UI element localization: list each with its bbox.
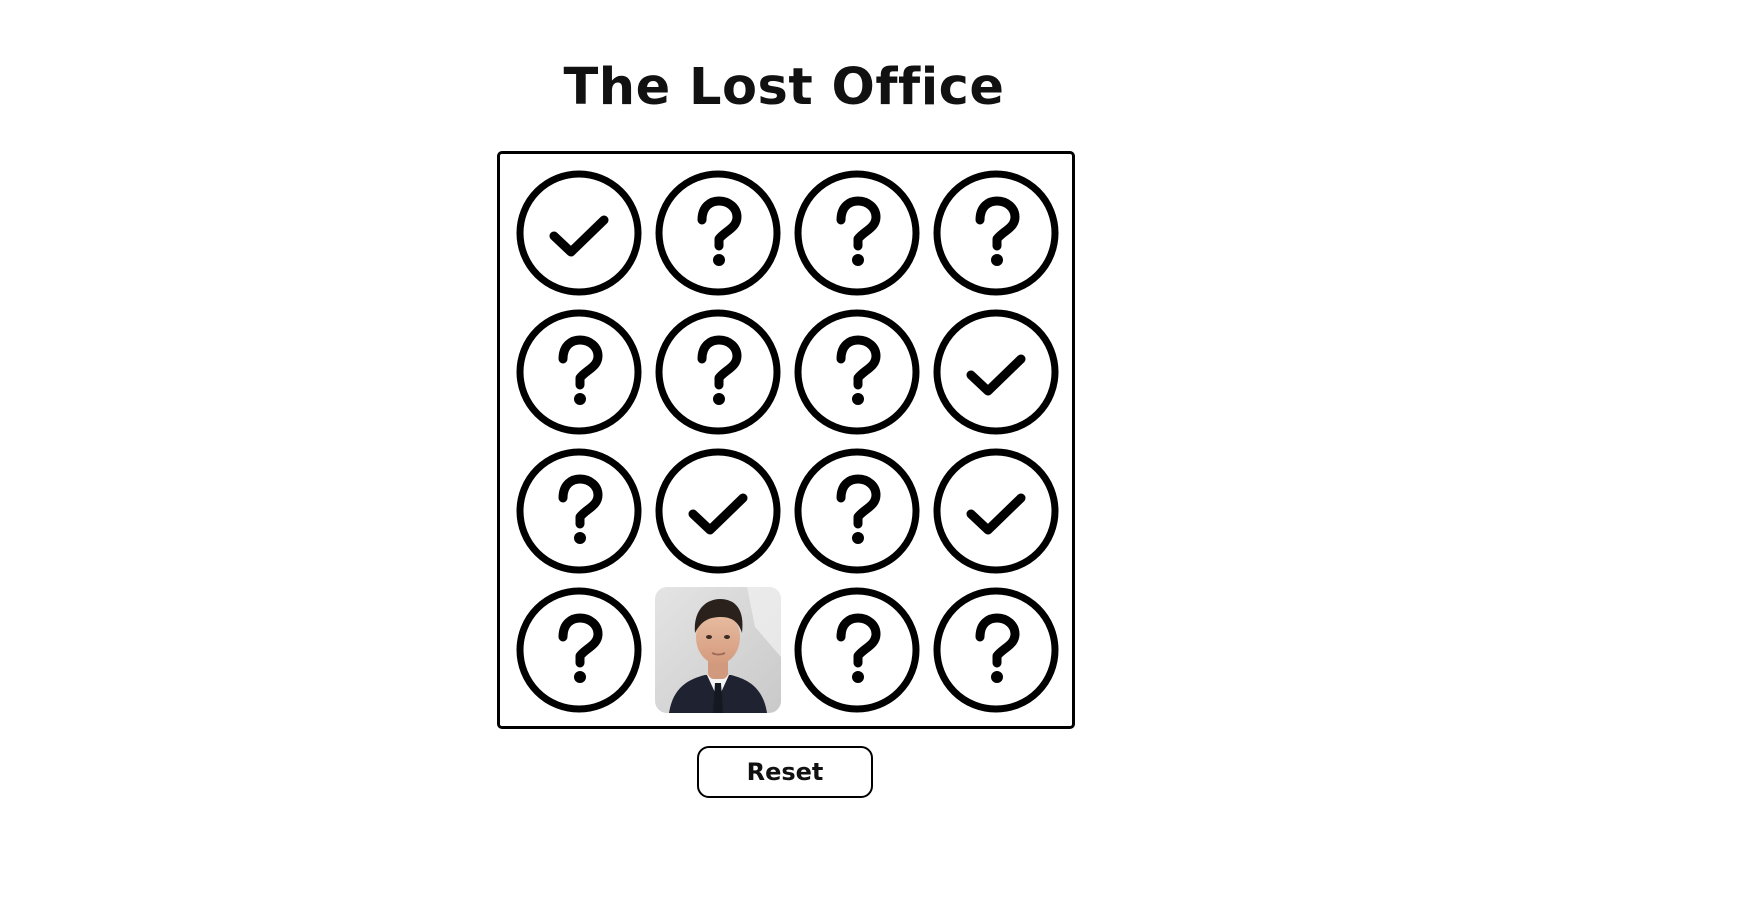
- tile-4-4[interactable]: [933, 587, 1059, 713]
- question-circle-icon: [933, 587, 1059, 713]
- question-circle-icon: [655, 309, 781, 435]
- question-circle-icon: [794, 170, 920, 296]
- page-title: The Lost Office: [563, 58, 1005, 117]
- tile-4-2[interactable]: [655, 587, 781, 713]
- question-circle-icon: [794, 587, 920, 713]
- check-circle-icon: [933, 448, 1059, 574]
- tile-2-1[interactable]: [516, 309, 642, 435]
- tile-3-1[interactable]: [516, 448, 642, 574]
- reset-button[interactable]: Reset: [697, 746, 873, 798]
- check-circle-icon: [516, 170, 642, 296]
- tile-1-1[interactable]: [516, 170, 642, 296]
- question-circle-icon: [794, 309, 920, 435]
- tile-2-3[interactable]: [794, 309, 920, 435]
- game-board: [497, 151, 1075, 729]
- tile-3-2[interactable]: [655, 448, 781, 574]
- question-circle-icon: [516, 448, 642, 574]
- question-circle-icon: [516, 309, 642, 435]
- question-circle-icon: [516, 587, 642, 713]
- tile-3-3[interactable]: [794, 448, 920, 574]
- question-circle-icon: [794, 448, 920, 574]
- check-circle-icon: [933, 309, 1059, 435]
- check-circle-icon: [655, 448, 781, 574]
- tile-3-4[interactable]: [933, 448, 1059, 574]
- question-circle-icon: [655, 170, 781, 296]
- tile-1-4[interactable]: [933, 170, 1059, 296]
- tile-2-2[interactable]: [655, 309, 781, 435]
- tile-2-4[interactable]: [933, 309, 1059, 435]
- tile-1-2[interactable]: [655, 170, 781, 296]
- question-circle-icon: [933, 170, 1059, 296]
- tile-4-1[interactable]: [516, 587, 642, 713]
- tile-1-3[interactable]: [794, 170, 920, 296]
- character-portrait: [655, 587, 781, 713]
- tile-4-3[interactable]: [794, 587, 920, 713]
